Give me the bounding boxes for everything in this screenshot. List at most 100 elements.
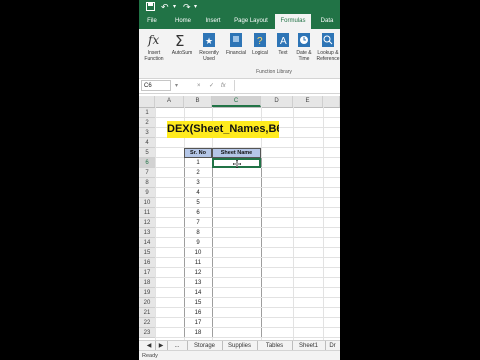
row-header-23[interactable]: 23	[139, 328, 155, 338]
function-library-group-label: Function Library	[256, 69, 292, 75]
sigma-icon: Σ	[173, 31, 191, 50]
cell-cursor-icon	[233, 160, 241, 168]
row-header-19[interactable]: 19	[139, 288, 155, 298]
book-icon	[227, 31, 245, 49]
column-header-e[interactable]: E	[293, 96, 323, 107]
redo-icon[interactable]: ↷	[183, 2, 191, 12]
row-header-20[interactable]: 20	[139, 298, 155, 308]
sr-no-cell[interactable]: 14	[184, 288, 212, 298]
gridline-row	[155, 267, 340, 268]
sr-no-cell[interactable]: 17	[184, 318, 212, 328]
sr-no-cell[interactable]: 8	[184, 228, 212, 238]
sr-no-cell[interactable]: 2	[184, 168, 212, 178]
row-header-1[interactable]: 1	[139, 108, 155, 118]
gridline-row	[155, 297, 340, 298]
formula-input[interactable]	[234, 80, 340, 91]
svg-text:A: A	[280, 36, 287, 47]
status-bar: Ready	[139, 350, 340, 360]
fx-icon[interactable]: fx	[221, 80, 226, 92]
row-header-4[interactable]: 4	[139, 138, 155, 148]
row-header-12[interactable]: 12	[139, 218, 155, 228]
text-book-icon: A	[274, 31, 292, 49]
gridline-row	[155, 317, 340, 318]
column-header-f[interactable]	[323, 96, 340, 107]
title-bar: ↶ ▾ ↷ ▾	[139, 0, 340, 14]
sr-no-cell[interactable]: 5	[184, 198, 212, 208]
recently-used-button[interactable]: ★ Recently Used	[196, 31, 222, 67]
gridline-row	[155, 287, 340, 288]
row-header-21[interactable]: 21	[139, 308, 155, 318]
sr-no-cell[interactable]: 13	[184, 278, 212, 288]
row-header-10[interactable]: 10	[139, 198, 155, 208]
gridline-row	[155, 187, 340, 188]
select-all-corner[interactable]	[139, 96, 155, 107]
gridline-row	[155, 327, 340, 328]
formula-bar: C6 ▾ × ✓ fx	[139, 79, 340, 94]
sr-no-cell[interactable]: 9	[184, 238, 212, 248]
sr-no-header[interactable]: Sr. No	[184, 148, 212, 158]
name-box[interactable]: C6	[141, 80, 171, 91]
tab-page-layout[interactable]: Page Layout	[231, 14, 271, 29]
tab-file[interactable]: File	[143, 14, 161, 29]
customize-toolbar-icon[interactable]: ▾	[194, 2, 197, 12]
row-header-3[interactable]: 3	[139, 128, 155, 138]
sr-no-cell[interactable]: 15	[184, 298, 212, 308]
sr-no-cell[interactable]: 18	[184, 328, 212, 338]
worksheet-grid[interactable]: A B C D E 1 2 3 4 5 6 7 8 9 10 11 12 13 14 15 16 17 18 19 2…	[139, 96, 340, 340]
gridline-row	[155, 227, 340, 228]
fx-icon: fx	[145, 31, 163, 49]
row-header-13[interactable]: 13	[139, 228, 155, 238]
tab-insert[interactable]: Insert	[201, 14, 225, 29]
row-header-18[interactable]: 18	[139, 278, 155, 288]
tab-formulas[interactable]: Formulas	[275, 14, 311, 29]
svg-text:?: ?	[257, 36, 263, 47]
sheet-name-header[interactable]: Sheet Name	[212, 148, 261, 158]
sr-no-cell[interactable]: 7	[184, 218, 212, 228]
sr-no-cell[interactable]: 11	[184, 258, 212, 268]
sr-no-cell[interactable]: 3	[184, 178, 212, 188]
question-book-icon: ?	[251, 31, 269, 49]
active-cell-c6[interactable]	[212, 158, 261, 168]
cancel-icon[interactable]: ×	[197, 80, 201, 92]
gridline-row	[155, 197, 340, 198]
tab-home[interactable]: Home	[172, 14, 194, 29]
row-header-9[interactable]: 9	[139, 188, 155, 198]
gridline-row	[155, 117, 340, 118]
row-header-8[interactable]: 8	[139, 178, 155, 188]
lookup-book-icon	[319, 31, 337, 49]
row-header-16[interactable]: 16	[139, 258, 155, 268]
sr-no-cell[interactable]: 1	[184, 158, 212, 168]
column-header-d[interactable]: D	[261, 96, 293, 107]
row-header-5[interactable]: 5	[139, 148, 155, 158]
sr-no-cell[interactable]: 16	[184, 308, 212, 318]
formula-overlay-text: DEX(Sheet_Names,B6)	[167, 121, 279, 138]
row-header-15[interactable]: 15	[139, 248, 155, 258]
column-header-c[interactable]: C	[212, 96, 261, 107]
chevron-down-icon[interactable]: ▾	[173, 2, 176, 12]
name-box-dropdown-icon[interactable]: ▾	[175, 80, 178, 92]
gridline-row	[155, 337, 340, 338]
enter-icon[interactable]: ✓	[209, 80, 214, 92]
sr-no-cell[interactable]: 12	[184, 268, 212, 278]
row-header-22[interactable]: 22	[139, 318, 155, 328]
row-header-11[interactable]: 11	[139, 208, 155, 218]
row-header-14[interactable]: 14	[139, 238, 155, 248]
row-header-17[interactable]: 17	[139, 268, 155, 278]
gridline-row	[155, 217, 340, 218]
row-header-2[interactable]: 2	[139, 118, 155, 128]
gridline-row	[155, 307, 340, 308]
undo-icon[interactable]: ↶	[161, 2, 169, 12]
insert-function-button[interactable]: fx Insert Function	[141, 31, 167, 67]
tab-data[interactable]: Data	[316, 14, 338, 29]
sr-no-cell[interactable]: 6	[184, 208, 212, 218]
save-icon[interactable]	[146, 2, 155, 12]
excel-window: ↶ ▾ ↷ ▾ File Home Insert Page Layout For…	[139, 0, 340, 360]
row-header-7[interactable]: 7	[139, 168, 155, 178]
sr-no-cell[interactable]: 10	[184, 248, 212, 258]
lookup-reference-button[interactable]: Lookup & Reference	[315, 31, 340, 67]
row-header-6[interactable]: 6	[139, 158, 155, 168]
sr-no-cell[interactable]: 4	[184, 188, 212, 198]
financial-button[interactable]: Financial	[223, 31, 249, 67]
column-header-a[interactable]: A	[155, 96, 184, 107]
column-header-b[interactable]: B	[184, 96, 212, 107]
